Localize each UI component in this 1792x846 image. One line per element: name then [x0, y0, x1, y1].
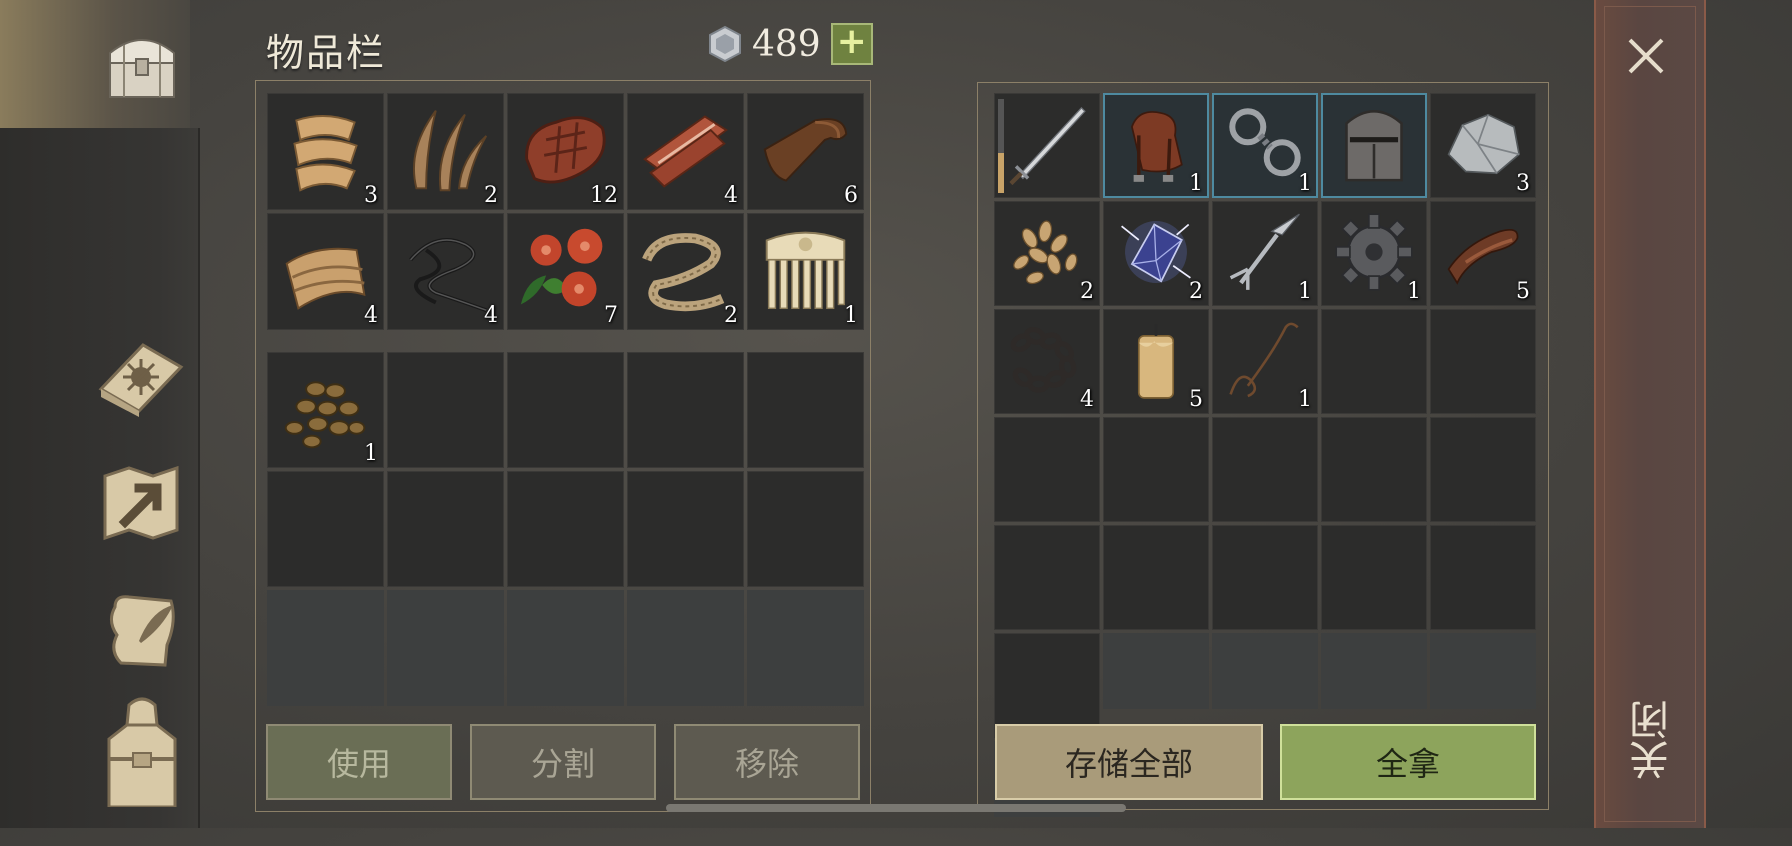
bag-slot[interactable]: [747, 352, 864, 468]
saddle-icon: [1131, 111, 1183, 182]
container-slot[interactable]: 1: [1212, 309, 1318, 414]
bag-slot[interactable]: [627, 471, 744, 587]
shackles-icon: [1229, 108, 1301, 177]
character-icon[interactable]: [97, 697, 187, 807]
bag-slot[interactable]: [507, 471, 624, 587]
candle-icon: [1137, 323, 1175, 399]
gear-icon: [1335, 213, 1413, 291]
currency-display: 489 +: [706, 22, 873, 66]
container-slot[interactable]: [1321, 417, 1427, 522]
split-button[interactable]: 分割: [470, 724, 656, 800]
inventory-slot[interactable]: 4: [267, 213, 384, 330]
sun-book-icon[interactable]: [95, 332, 185, 422]
container-slot[interactable]: [1321, 525, 1427, 630]
currency-value: 489: [752, 23, 821, 65]
locked-slot: [387, 590, 504, 706]
container-slot[interactable]: [1103, 525, 1209, 630]
locked-slot: [1321, 633, 1427, 709]
inventory-slot[interactable]: 3: [267, 93, 384, 210]
bag-slot[interactable]: [387, 471, 504, 587]
quest-scroll-icon[interactable]: [97, 586, 187, 676]
close-icon[interactable]: [1626, 36, 1666, 76]
bag-slot[interactable]: [747, 471, 864, 587]
container-slot[interactable]: [1430, 525, 1536, 630]
container-slot[interactable]: [994, 633, 1100, 738]
container-slot[interactable]: [1212, 525, 1318, 630]
inventory-slot[interactable]: 4: [627, 93, 744, 210]
scroll-handle[interactable]: [666, 804, 1126, 812]
bag-slot[interactable]: [507, 352, 624, 468]
inventory-slot[interactable]: 4: [387, 213, 504, 330]
container-slot[interactable]: [1321, 93, 1427, 198]
close-sidebar[interactable]: 关闭: [1594, 0, 1706, 828]
locked-slot: [1430, 633, 1536, 709]
locked-slot: [747, 590, 864, 706]
add-currency-button[interactable]: +: [830, 23, 873, 65]
bag-slot[interactable]: [267, 471, 384, 587]
close-label[interactable]: 关闭: [1624, 700, 1676, 780]
inventory-slot[interactable]: 1: [747, 213, 864, 330]
container-slot[interactable]: [994, 417, 1100, 522]
container-slot[interactable]: [1321, 309, 1427, 414]
helmet-icon: [1345, 110, 1403, 182]
locked-slot: [507, 590, 624, 706]
container-slot[interactable]: 1: [1321, 201, 1427, 306]
container-slot[interactable]: [1430, 309, 1536, 414]
berries-icon: [520, 228, 603, 307]
leather-icon: [763, 118, 848, 182]
container-slot[interactable]: [1430, 417, 1536, 522]
container-slot[interactable]: [994, 525, 1100, 630]
container-slot[interactable]: 1: [1103, 93, 1209, 198]
nuts-icon: [284, 381, 366, 449]
chest-icon[interactable]: [97, 18, 187, 108]
container-slot[interactable]: [1103, 417, 1209, 522]
bag-slot[interactable]: [627, 352, 744, 468]
locked-slot: [627, 590, 744, 706]
map-arrow-icon[interactable]: [96, 458, 186, 548]
locked-slot: [1103, 633, 1209, 709]
locked-slot: [1212, 633, 1318, 709]
whip-icon: [1229, 322, 1299, 398]
inventory-slot[interactable]: 6: [747, 93, 864, 210]
bag-grid: 1: [267, 352, 864, 706]
container-slot[interactable]: [1212, 417, 1318, 522]
fork-icon: [1229, 213, 1300, 290]
leather-strip-icon: [1447, 228, 1519, 285]
cloth-icon: [293, 115, 358, 192]
container-slot[interactable]: 5: [1430, 201, 1536, 306]
inventory-title: 物品栏: [266, 31, 387, 75]
folded-cloth-icon: [285, 247, 366, 310]
container-slot[interactable]: 4: [994, 309, 1100, 414]
ore-icon: [1447, 113, 1521, 175]
container-slot[interactable]: [994, 93, 1100, 198]
take-all-button[interactable]: 全拿: [1280, 724, 1536, 800]
inventory-slot[interactable]: 2: [627, 213, 744, 330]
container-slot[interactable]: 2: [994, 201, 1100, 306]
silver-coin-icon: [709, 25, 741, 63]
bag-slot[interactable]: [387, 352, 504, 468]
sword-icon: [1009, 106, 1086, 186]
container-slot[interactable]: 5: [1103, 309, 1209, 414]
inventory-slot[interactable]: 7: [507, 213, 624, 330]
store-all-button[interactable]: 存储全部: [995, 724, 1263, 800]
seeds-icon: [1013, 220, 1078, 285]
use-button[interactable]: 使用: [266, 724, 452, 800]
container-slot[interactable]: 2: [1103, 201, 1209, 306]
container-slot[interactable]: 1: [1212, 93, 1318, 198]
locked-slot: [267, 590, 384, 706]
wire-icon: [409, 238, 487, 313]
container-slot[interactable]: 1: [1212, 201, 1318, 306]
container-slot[interactable]: 3: [1430, 93, 1536, 198]
bacon-icon: [643, 115, 728, 188]
remove-button[interactable]: 移除: [674, 724, 860, 800]
inventory-slot[interactable]: 2: [387, 93, 504, 210]
inventory-slot[interactable]: 12: [507, 93, 624, 210]
inventory-grid: 3 2 12 4 6 4 4 7 2 1: [267, 93, 864, 330]
chain-icon: [1010, 326, 1077, 393]
crystal-icon: [1121, 221, 1191, 283]
rope-icon: [642, 233, 725, 312]
fiber-icon: [413, 110, 488, 192]
bag-slot[interactable]: 1: [267, 352, 384, 468]
comb-icon: [765, 231, 846, 310]
